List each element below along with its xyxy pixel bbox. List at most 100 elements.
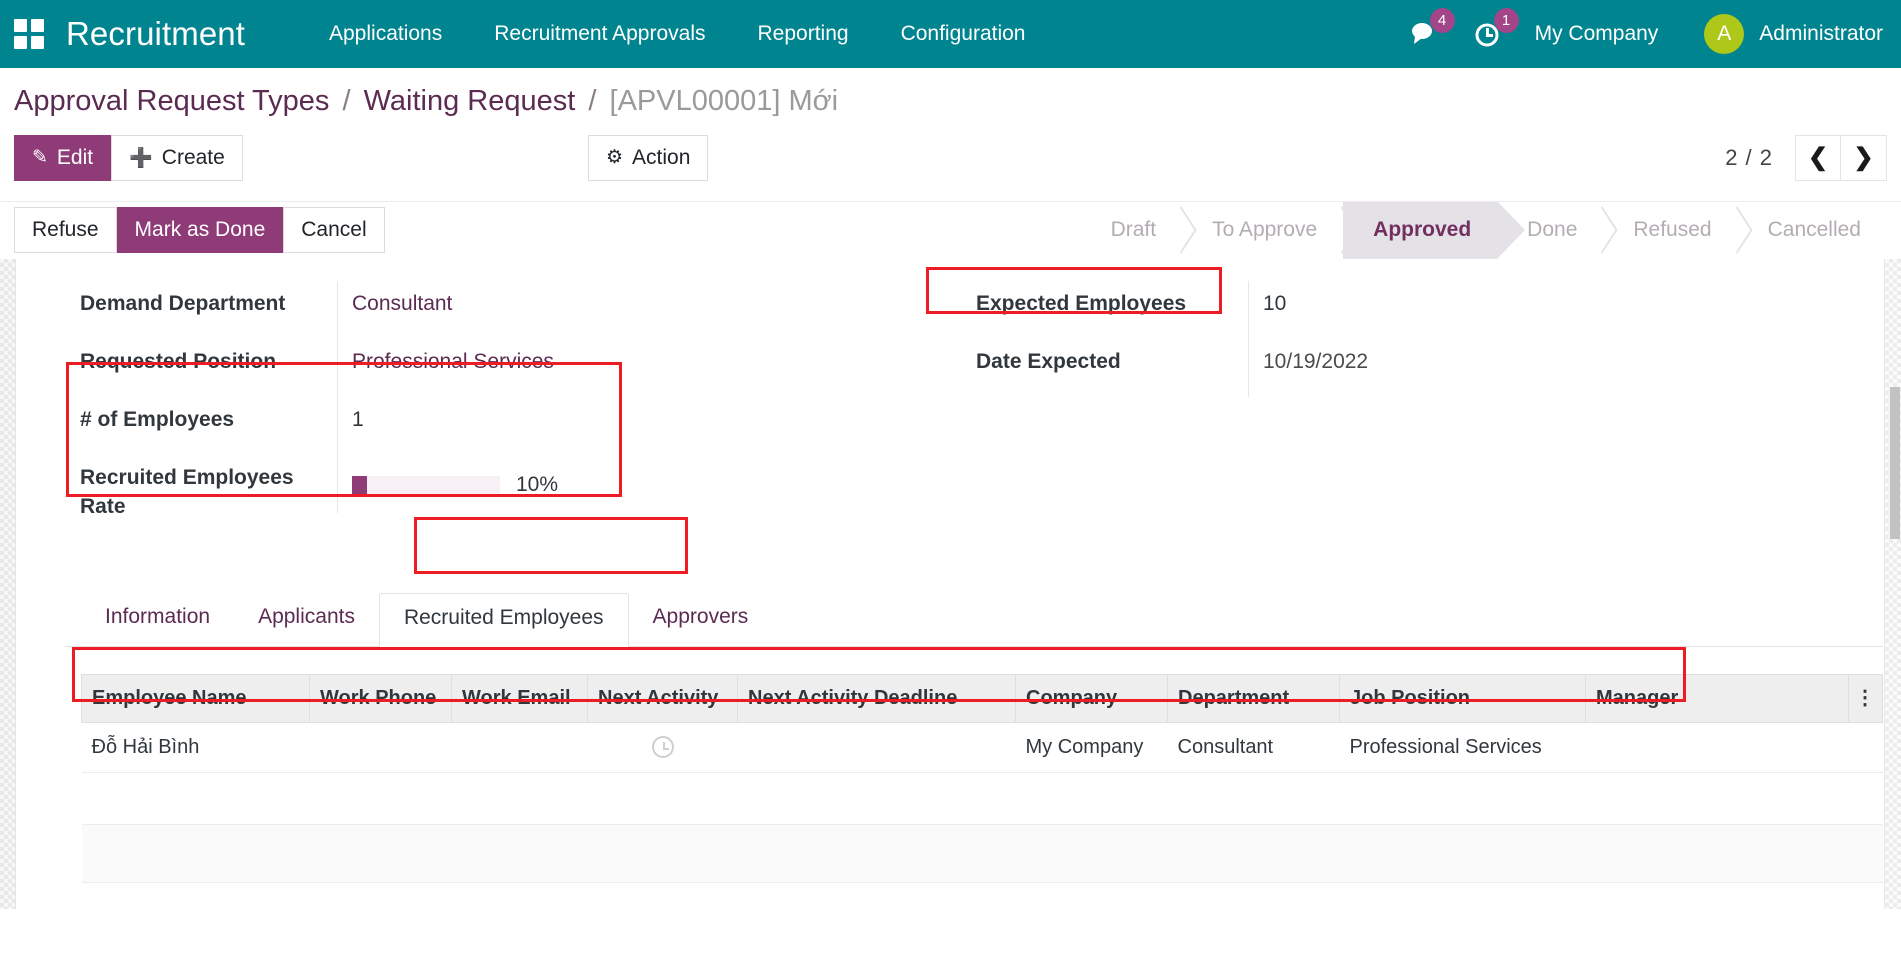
pager-counter: 2 / 2 — [1725, 145, 1773, 171]
cell-work-email[interactable] — [452, 722, 588, 772]
apps-grid-cell — [14, 19, 27, 32]
breadcrumb-item-parent[interactable]: Waiting Request — [364, 85, 576, 117]
table-row[interactable]: Đỗ Hải Bình My Company Consultant Profes… — [82, 722, 1883, 772]
control-panel: ✎ Edit ➕ Create ⚙ Action 2 / 2 ❮ ❯ — [0, 135, 1901, 191]
form-group-left: Demand Department Consultant Requested P… — [17, 281, 950, 531]
breadcrumb-area: Approval Request Types / Waiting Request… — [0, 68, 1901, 121]
chevron-right-icon: ❯ — [1853, 143, 1873, 172]
plus-icon: ➕ — [129, 146, 153, 170]
status-stage-to-approve[interactable]: To Approve — [1182, 202, 1343, 259]
breadcrumb-separator: / — [343, 85, 351, 117]
breadcrumb-item-root[interactable]: Approval Request Types — [14, 85, 329, 117]
status-stage-cancelled[interactable]: Cancelled — [1738, 202, 1887, 259]
refuse-button[interactable]: Refuse — [14, 207, 117, 253]
company-switcher[interactable]: My Company — [1535, 22, 1659, 46]
chevron-left-icon: ❮ — [1808, 143, 1828, 172]
field-label-recruited-employees-rate: Recruited Employees Rate — [47, 455, 337, 531]
top-navbar: Recruitment Applications Recruitment App… — [0, 0, 1901, 68]
column-header-job-position[interactable]: Job Position — [1340, 674, 1586, 722]
cell-work-phone[interactable] — [310, 722, 452, 772]
progress-bar-track — [352, 476, 500, 495]
status-stage-draft[interactable]: Draft — [1081, 202, 1183, 259]
notebook: Information Applicants Recruited Employe… — [17, 593, 1883, 883]
column-header-next-activity[interactable]: Next Activity — [588, 674, 738, 722]
field-expected-employees: Expected Employees 10 — [962, 281, 1883, 339]
cell-next-activity[interactable] — [588, 722, 738, 772]
cell-department[interactable]: Consultant — [1168, 722, 1340, 772]
field-value-recruited-employees-rate: 10% — [337, 455, 950, 513]
user-menu[interactable]: A Administrator — [1704, 14, 1883, 54]
menu-item-reporting[interactable]: Reporting — [732, 0, 875, 68]
column-header-work-phone[interactable]: Work Phone — [310, 674, 452, 722]
column-header-next-activity-deadline[interactable]: Next Activity Deadline — [738, 674, 1016, 722]
progress-bar-label: 10% — [516, 471, 558, 500]
table-header-row: Employee Name Work Phone Work Email Next… — [82, 674, 1883, 722]
employees-table: Employee Name Work Phone Work Email Next… — [81, 674, 1883, 883]
field-label-date-expected: Date Expected — [962, 339, 1248, 386]
cell-company[interactable]: My Company — [1016, 722, 1168, 772]
table-body: Đỗ Hải Bình My Company Consultant Profes… — [82, 722, 1883, 882]
main-menu: Applications Recruitment Approvals Repor… — [303, 0, 1051, 68]
form-sheet: Demand Department Consultant Requested P… — [17, 259, 1883, 909]
field-value-expected-employees: 10 — [1248, 281, 1883, 339]
menu-item-configuration[interactable]: Configuration — [875, 0, 1052, 68]
create-button[interactable]: ➕ Create — [111, 135, 243, 181]
status-bar: Draft To Approve Approved Done Refused C… — [1081, 202, 1887, 259]
clock-icon — [652, 736, 674, 758]
cell-employee-name[interactable]: Đỗ Hải Bình — [82, 722, 310, 772]
tab-approvers[interactable]: Approvers — [629, 593, 773, 646]
field-value-requested-position[interactable]: Professional Services — [337, 339, 950, 397]
status-stage-approved[interactable]: Approved — [1343, 202, 1497, 259]
column-header-manager[interactable]: Manager — [1586, 674, 1849, 722]
column-header-company[interactable]: Company — [1016, 674, 1168, 722]
record-buttons: ✎ Edit ➕ Create — [14, 135, 1901, 181]
status-stage-refused[interactable]: Refused — [1603, 202, 1737, 259]
action-button-label: Action — [632, 146, 690, 170]
form-sheet-area: Demand Department Consultant Requested P… — [0, 259, 1901, 909]
breadcrumb-separator: / — [588, 85, 596, 117]
menu-item-recruitment-approvals[interactable]: Recruitment Approvals — [468, 0, 731, 68]
cell-options — [1849, 722, 1883, 772]
pager-next-button[interactable]: ❯ — [1841, 135, 1887, 181]
cancel-button[interactable]: Cancel — [283, 207, 384, 253]
cell-manager[interactable] — [1586, 722, 1849, 772]
cell-job-position[interactable]: Professional Services — [1340, 722, 1586, 772]
app-brand-title[interactable]: Recruitment — [66, 15, 245, 53]
avatar: A — [1704, 14, 1744, 54]
notebook-tabs: Information Applicants Recruited Employe… — [65, 593, 1883, 647]
table-filler-row — [82, 824, 1883, 882]
gear-icon: ⚙ — [606, 146, 623, 169]
field-value-demand-department[interactable]: Consultant — [337, 281, 950, 339]
column-header-department[interactable]: Department — [1168, 674, 1340, 722]
recruited-employees-list: Employee Name Work Phone Work Email Next… — [65, 647, 1883, 883]
vertical-scrollbar[interactable] — [1884, 259, 1901, 909]
tab-applicants[interactable]: Applicants — [234, 593, 379, 646]
optional-columns-button[interactable]: ⋮ — [1849, 674, 1883, 722]
cell-next-activity-deadline[interactable] — [738, 722, 1016, 772]
navbar-systray: 4 1 My Company A Administrator — [1409, 0, 1883, 68]
menu-item-applications[interactable]: Applications — [303, 0, 468, 68]
vertical-scrollbar-thumb[interactable] — [1890, 387, 1900, 539]
column-header-employee-name[interactable]: Employee Name — [82, 674, 310, 722]
column-header-work-email[interactable]: Work Email — [452, 674, 588, 722]
apps-grid-cell — [31, 19, 44, 32]
field-number-of-employees: # of Employees 1 — [47, 397, 950, 455]
vertical-dots-icon: ⋮ — [1855, 687, 1875, 709]
field-label-requested-position: Requested Position — [47, 339, 337, 386]
tab-information[interactable]: Information — [81, 593, 234, 646]
tab-recruited-employees[interactable]: Recruited Employees — [379, 593, 629, 647]
empty-cell — [82, 772, 1883, 824]
activities-menu[interactable]: 1 — [1473, 0, 1501, 68]
apps-grid-icon[interactable] — [14, 19, 44, 49]
create-button-label: Create — [162, 146, 225, 170]
action-button[interactable]: ⚙ Action — [588, 135, 708, 181]
progress-bar-row: 10% — [352, 464, 950, 500]
mark-as-done-button[interactable]: Mark as Done — [117, 207, 284, 253]
messages-menu[interactable]: 4 — [1409, 0, 1439, 68]
field-label-demand-department: Demand Department — [47, 281, 337, 328]
pager-previous-button[interactable]: ❮ — [1795, 135, 1841, 181]
left-scroll-gutter — [0, 259, 16, 909]
table-header: Employee Name Work Phone Work Email Next… — [82, 674, 1883, 722]
edit-button[interactable]: ✎ Edit — [14, 135, 111, 181]
breadcrumb-item-current: [APVL00001] Mới — [610, 85, 839, 117]
